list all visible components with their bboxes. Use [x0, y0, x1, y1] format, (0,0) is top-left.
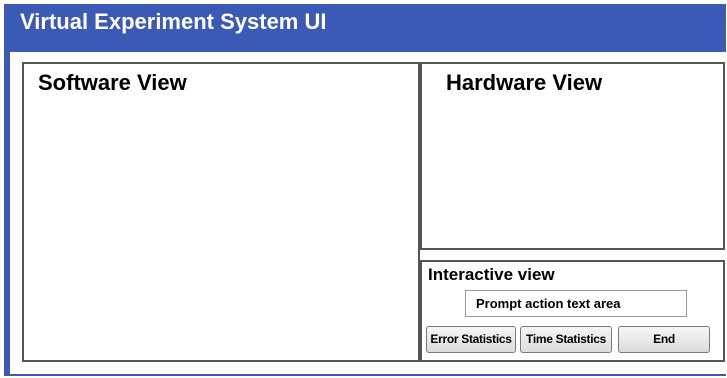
hardware-view-title: Hardware View [446, 70, 603, 95]
interactive-view-title: Interactive view [428, 265, 555, 284]
prompt-text-area[interactable]: Prompt action text area [465, 290, 687, 317]
software-view-title: Software View [38, 70, 187, 95]
software-view-panel[interactable]: Software View [22, 62, 420, 362]
client-area: Software View Hardware View Interactive … [10, 52, 726, 374]
app-window: Virtual Experiment System UI Software Vi… [4, 4, 726, 376]
time-statistics-button[interactable]: Time Statistics [520, 326, 612, 353]
interactive-view-panel: Interactive view Prompt action text area… [420, 260, 725, 362]
error-statistics-button[interactable]: Error Statistics [426, 326, 516, 353]
end-button[interactable]: End [618, 326, 710, 353]
hardware-view-panel[interactable]: Hardware View [420, 62, 725, 250]
window-title: Virtual Experiment System UI [4, 4, 726, 44]
